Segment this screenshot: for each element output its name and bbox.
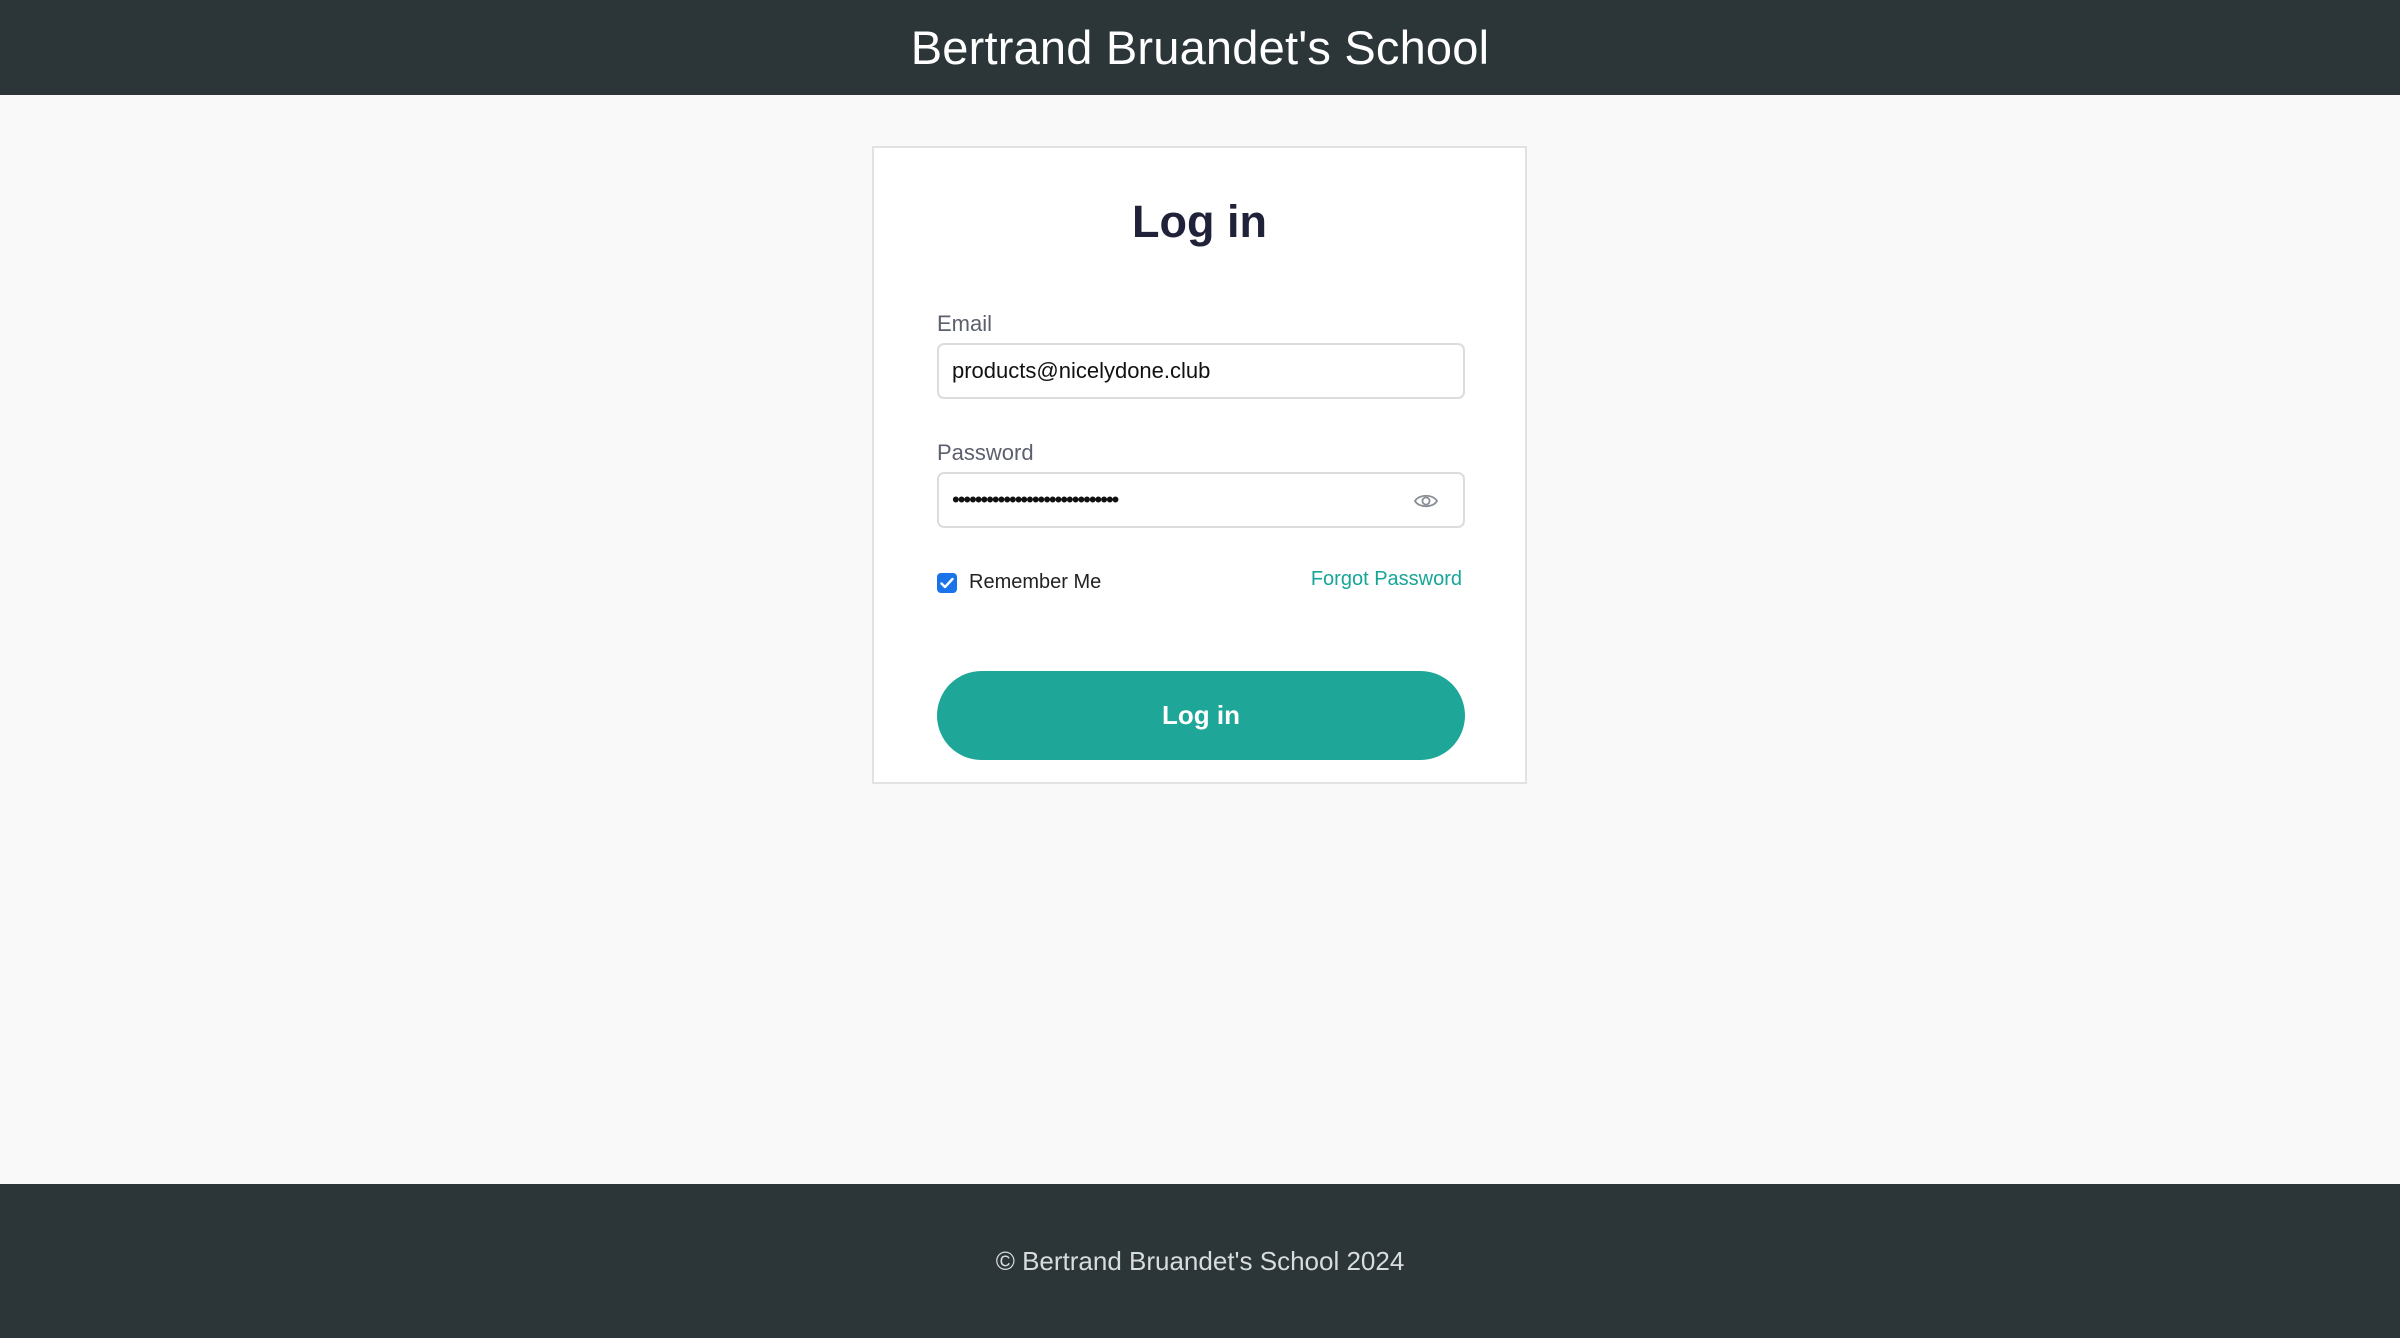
site-footer: © Bertrand Bruandet's School 2024 <box>0 1184 2400 1338</box>
password-label: Password <box>937 440 1034 465</box>
remember-me: Remember Me <box>937 571 1101 594</box>
remember-me-label[interactable]: Remember Me <box>969 571 1101 594</box>
eye-icon[interactable] <box>1413 490 1439 512</box>
site-header: Bertrand Bruandet's School <box>0 0 2400 95</box>
login-button-label: Log in <box>1162 700 1240 730</box>
forgot-password-link[interactable]: Forgot Password <box>1311 568 1462 591</box>
email-value: products@nicelydone.club <box>952 358 1211 383</box>
login-title: Log in <box>1132 196 1267 247</box>
site-title: Bertrand Bruandet's School <box>910 21 1490 74</box>
login-card: Log in Email products@nicelydone.club Pa… <box>872 146 1527 784</box>
email-field[interactable]: products@nicelydone.club <box>937 343 1465 399</box>
remember-me-checkbox[interactable] <box>937 572 957 593</box>
password-value: ••••••••••••••••••••••••••••• <box>952 487 1119 512</box>
copyright-text: © Bertrand Bruandet's School 2024 <box>995 1245 1405 1276</box>
login-button[interactable]: Log in <box>937 671 1465 760</box>
password-field[interactable]: ••••••••••••••••••••••••••••• <box>937 472 1465 528</box>
email-label: Email <box>937 311 993 336</box>
